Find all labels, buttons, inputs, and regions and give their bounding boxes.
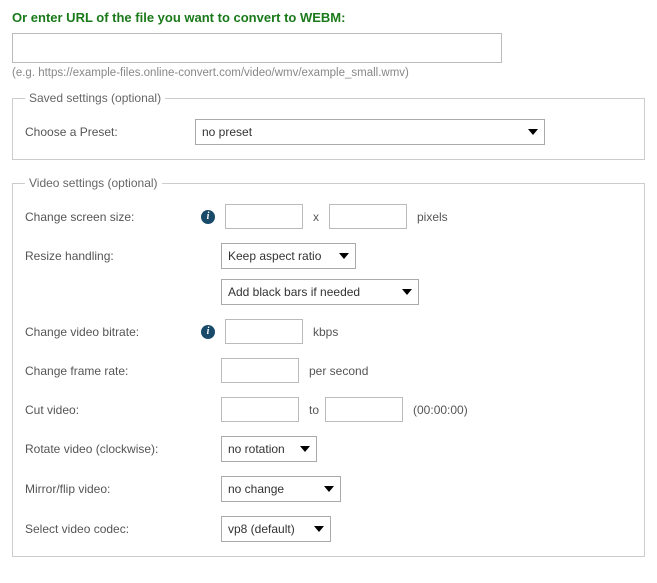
page-title: Or enter URL of the file you want to con… [12,10,645,25]
bitrate-label: Change video bitrate: [25,325,195,339]
resize-aspect-select[interactable]: Keep aspect ratio [221,243,356,269]
resize-bars-select[interactable]: Add black bars if needed [221,279,419,305]
video-settings-fieldset: Video settings (optional) Change screen … [12,176,645,557]
pixels-unit: pixels [417,210,448,224]
rotate-select[interactable]: no rotation [221,436,317,462]
mirror-label: Mirror/flip video: [25,482,195,496]
codec-label: Select video codec: [25,522,195,536]
cut-label: Cut video: [25,403,195,417]
x-separator: x [313,210,319,224]
bitrate-unit: kbps [313,325,338,339]
saved-settings-legend: Saved settings (optional) [25,91,165,105]
resize-label: Resize handling: [25,249,195,263]
saved-settings-fieldset: Saved settings (optional) Choose a Prese… [12,91,645,160]
video-settings-legend: Video settings (optional) [25,176,162,190]
framerate-input[interactable] [221,358,299,383]
cut-hint: (00:00:00) [413,403,468,417]
rotate-label: Rotate video (clockwise): [25,442,195,456]
codec-select[interactable]: vp8 (default) [221,516,331,542]
framerate-unit: per second [309,364,368,378]
width-input[interactable] [225,204,303,229]
example-hint: (e.g. https://example-files.online-conve… [12,67,645,79]
mirror-select[interactable]: no change [221,476,341,502]
screen-size-label: Change screen size: [25,210,195,224]
info-icon[interactable]: i [201,210,215,224]
preset-select[interactable]: no preset [195,119,545,145]
url-input[interactable] [12,33,502,63]
preset-label: Choose a Preset: [25,125,195,139]
cut-to-input[interactable] [325,397,403,422]
cut-from-input[interactable] [221,397,299,422]
bitrate-input[interactable] [225,319,303,344]
cut-to-sep: to [309,403,319,417]
info-icon[interactable]: i [201,325,215,339]
framerate-label: Change frame rate: [25,364,195,378]
height-input[interactable] [329,204,407,229]
